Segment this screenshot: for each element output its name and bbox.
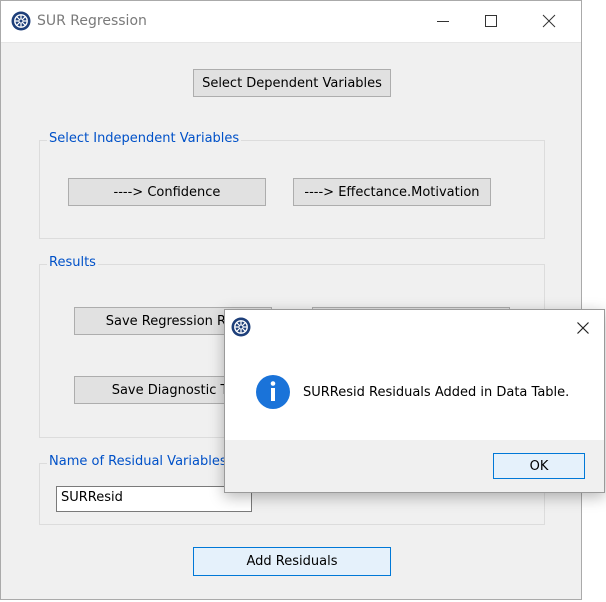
- maximize-icon: [485, 15, 497, 27]
- ok-button[interactable]: OK: [493, 453, 585, 479]
- minimize-icon: [437, 21, 449, 22]
- dialog-message: SURResid Residuals Added in Data Table.: [303, 385, 570, 400]
- dialog-close-button[interactable]: [569, 314, 597, 342]
- dialog-footer: OK: [225, 440, 604, 492]
- window-title: SUR Regression: [37, 13, 147, 29]
- title-bar[interactable]: SUR Regression: [1, 1, 581, 43]
- close-icon: [542, 14, 556, 28]
- add-residuals-button[interactable]: Add Residuals: [193, 547, 391, 576]
- sur-regression-window: SUR Regression Select Dependent Variable…: [0, 0, 582, 600]
- confidence-button[interactable]: ----> Confidence: [68, 178, 266, 206]
- close-button[interactable]: [527, 1, 573, 42]
- residual-name-input[interactable]: SURResid: [56, 486, 252, 512]
- info-icon: [256, 375, 290, 409]
- message-dialog: SURResid Residuals Added in Data Table. …: [224, 309, 605, 493]
- close-icon: [577, 322, 589, 334]
- maximize-button[interactable]: [469, 1, 515, 42]
- app-logo-icon: [11, 11, 31, 31]
- effectance-motivation-button[interactable]: ----> Effectance.Motivation: [293, 178, 491, 206]
- independent-variables-label: Select Independent Variables: [47, 131, 242, 146]
- results-label: Results: [47, 255, 98, 270]
- residual-variables-label: Name of Residual Variables: [47, 454, 229, 469]
- minimize-button[interactable]: [421, 1, 467, 42]
- dialog-app-icon: [231, 317, 251, 337]
- select-dependent-variables-button[interactable]: Select Dependent Variables: [193, 69, 391, 97]
